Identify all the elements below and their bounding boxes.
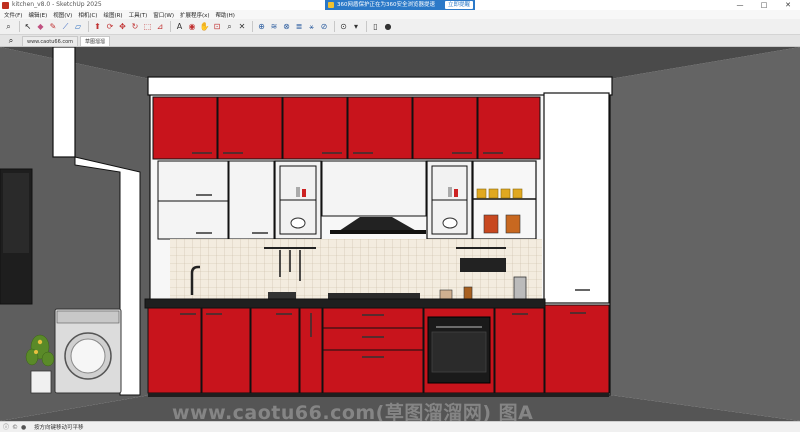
paint-icon[interactable]: ◉	[187, 21, 198, 32]
section-icon[interactable]: ≣	[294, 21, 305, 32]
notification-banner[interactable]: 360网盾保护正在为360安全浏览器提速 立即提醒	[325, 0, 475, 10]
open-shelf	[472, 160, 537, 240]
zoom-icon[interactable]: ⌕	[3, 21, 14, 32]
search-icon[interactable]: ⌕	[0, 35, 22, 46]
layers-icon[interactable]: ⚹	[306, 21, 317, 32]
styles-icon[interactable]: ⊙	[338, 21, 349, 32]
pencil-icon[interactable]: ✎	[48, 21, 59, 32]
menu-help[interactable]: 帮助(H)	[216, 11, 235, 19]
menu-view[interactable]: 视图(V)	[53, 11, 72, 19]
window-controls: — □ ✕	[728, 0, 800, 10]
drawer-middle	[322, 327, 424, 351]
right-wall	[610, 47, 800, 421]
model-viewport[interactable]	[0, 47, 800, 421]
line-icon[interactable]: ⟋	[60, 21, 71, 32]
info-icon[interactable]: ⓘ	[3, 424, 10, 431]
plant-pot	[30, 370, 52, 394]
menu-file[interactable]: 文件(F)	[4, 11, 22, 19]
cooktop	[328, 293, 420, 299]
spice-rack	[460, 258, 506, 272]
menu-bar: 文件(F) 编辑(E) 视图(V) 相机(C) 绘图(R) 工具(T) 窗口(W…	[0, 10, 800, 19]
mid-cabinet-white	[228, 160, 275, 240]
menu-tools[interactable]: 工具(T)	[129, 11, 148, 19]
shield-icon	[328, 2, 334, 8]
status-icons: ⓘ © ●	[3, 424, 30, 431]
toolbar-separator	[334, 21, 335, 32]
shape-icon[interactable]: ▱	[73, 21, 84, 32]
tall-pantry	[543, 92, 610, 304]
menu-edit[interactable]: 编辑(E)	[28, 11, 47, 19]
range-hood-box	[321, 160, 427, 217]
notification-action-button[interactable]: 立即提醒	[444, 1, 473, 9]
pan-icon[interactable]: ⊡	[212, 21, 223, 32]
drawer-top	[322, 307, 424, 329]
upper-cabinet	[412, 96, 478, 160]
blender	[513, 276, 527, 302]
select-icon[interactable]: ↖	[23, 21, 34, 32]
upper-cabinet	[152, 96, 218, 160]
main-toolbar: ⌕ ↖ ◆ ✎ ⟋ ▱ ⬆ ⟳ ✥ ↻ ⬚ ⊿ A ◉ ✋ ⊡ ⌕ ✕ ⊕ ≋ …	[0, 19, 800, 35]
zoom-window-icon[interactable]: ⌕	[224, 21, 235, 32]
lower-cabinet	[494, 307, 545, 394]
eraser-icon[interactable]: ◆	[35, 21, 46, 32]
outliner-icon[interactable]: ⊘	[319, 21, 330, 32]
offset-icon[interactable]: ⟳	[105, 21, 116, 32]
minimize-button[interactable]: —	[728, 0, 752, 10]
tape-icon[interactable]: ⊿	[155, 21, 166, 32]
upper-cabinet	[282, 96, 348, 160]
toolbar-separator	[366, 21, 367, 32]
extension-icon[interactable]: ⊗	[281, 21, 292, 32]
credits-icon[interactable]: ©	[12, 424, 19, 431]
scale-icon[interactable]: ⬚	[142, 21, 153, 32]
user-icon[interactable]: ●	[383, 21, 394, 32]
lower-cabinet	[250, 307, 300, 394]
tab-caotu66[interactable]: www.caotu66.com	[22, 36, 79, 46]
tab-caotuliuliu[interactable]: 草图溜溜	[80, 36, 111, 46]
status-text: 按方向键移动可平移	[34, 425, 84, 431]
lower-cabinet	[201, 307, 251, 394]
text-icon[interactable]: A	[174, 21, 185, 32]
tall-pantry-lower	[544, 304, 610, 394]
toolbar-separator	[170, 21, 171, 32]
orbit-icon[interactable]: ✋	[199, 21, 210, 32]
upper-cabinet	[347, 96, 413, 160]
lower-cabinet	[147, 307, 202, 394]
settings-icon[interactable]: ▾	[351, 21, 362, 32]
menu-window[interactable]: 窗口(W)	[153, 11, 174, 19]
rotate-icon[interactable]: ↻	[130, 21, 141, 32]
window-glass	[3, 173, 29, 253]
status-bar: ⓘ © ● 按方向键移动可平移	[0, 421, 800, 432]
toolbar-separator	[88, 21, 89, 32]
sketchup-window: kitchen_v8.0 - SketchUp 2025 360网盾保护正在为3…	[0, 0, 800, 432]
toe-kick	[148, 393, 609, 397]
upper-cabinet	[217, 96, 283, 160]
warehouse-icon[interactable]: ⊕	[256, 21, 267, 32]
close-button[interactable]: ✕	[776, 0, 800, 10]
sandbox-icon[interactable]: ≋	[269, 21, 280, 32]
maximize-button[interactable]: □	[752, 0, 776, 10]
menu-extensions[interactable]: 扩展程序(x)	[180, 11, 210, 19]
countertop	[144, 298, 546, 309]
sketchup-logo-icon	[2, 1, 9, 9]
menu-draw[interactable]: 绘图(R)	[103, 11, 122, 19]
zoom-extents-icon[interactable]: ✕	[237, 21, 248, 32]
mid-cabinet-left-lower	[157, 200, 229, 240]
crown-molding	[147, 76, 613, 96]
toolbar-separator	[18, 21, 20, 32]
window-title: kitchen_v8.0 - SketchUp 2025	[12, 1, 102, 8]
toolbar-separator	[252, 21, 253, 32]
left-pillar	[52, 47, 76, 158]
tab-bar: ⌕ www.caotu66.com 草图溜溜	[0, 35, 800, 47]
user-status-icon[interactable]: ●	[21, 424, 28, 431]
kitchen-scene	[0, 47, 800, 421]
notification-text: 360网盾保护正在为360安全浏览器提速	[337, 2, 435, 8]
new-file-icon[interactable]: ▯	[370, 21, 381, 32]
move-icon[interactable]: ✥	[117, 21, 128, 32]
push-pull-icon[interactable]: ⬆	[92, 21, 103, 32]
menu-camera[interactable]: 相机(C)	[78, 11, 97, 19]
upper-cabinet	[477, 96, 541, 160]
mid-cabinet-left	[157, 160, 229, 202]
